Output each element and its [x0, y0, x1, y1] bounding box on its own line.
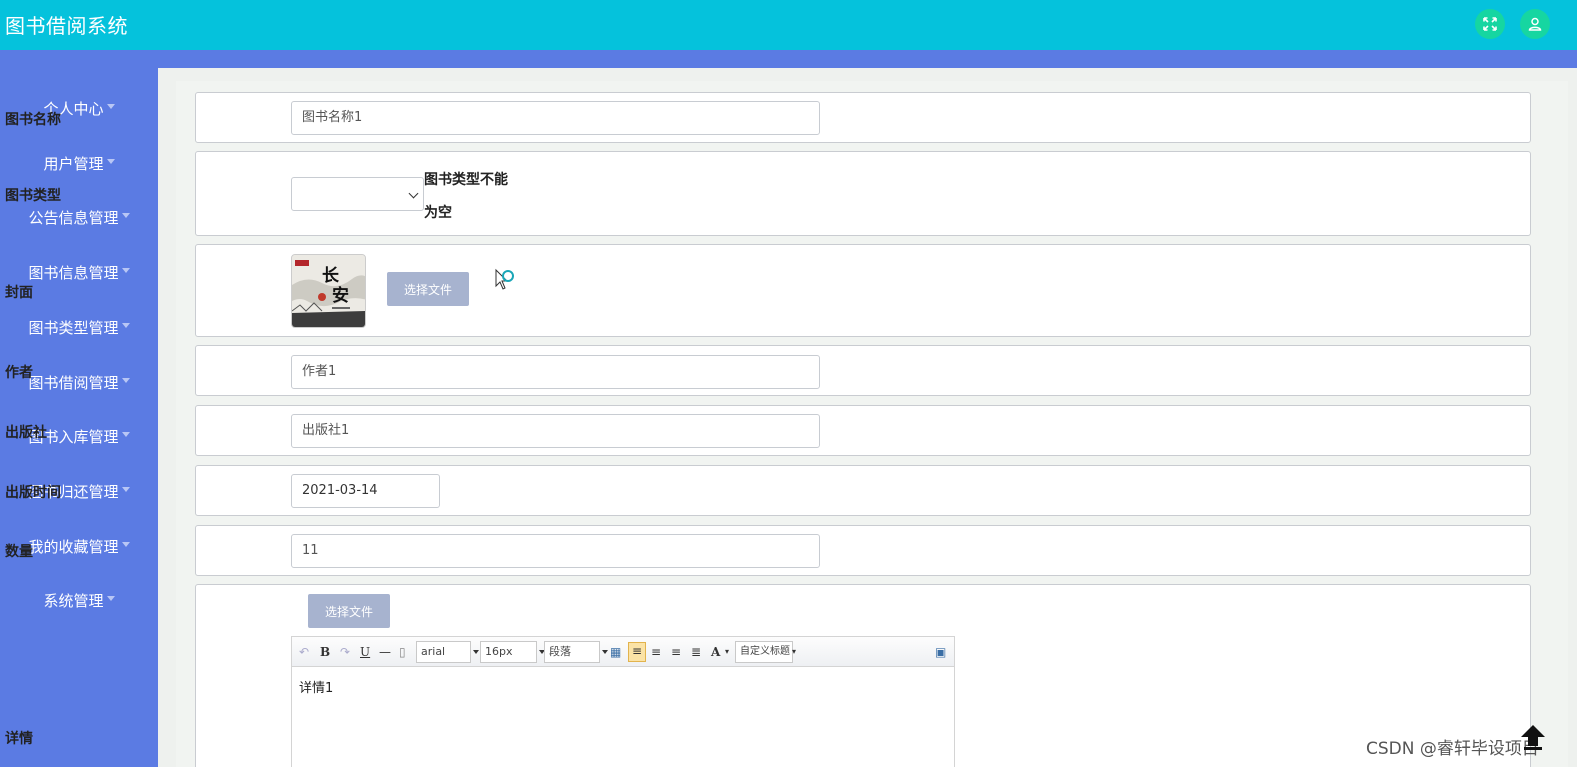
font-color-dropdown-icon[interactable]: ▾: [725, 644, 729, 660]
caret-down-icon: [121, 377, 130, 383]
sidebar-item-notice-management[interactable]: 公告信息管理: [0, 202, 158, 232]
table-icon[interactable]: ▦: [610, 644, 621, 660]
underline-button[interactable]: U: [360, 644, 370, 660]
document-icon[interactable]: ▯: [399, 644, 406, 660]
align-left-icon[interactable]: ≡: [628, 642, 646, 662]
top-header: 图书借阅系统: [0, 0, 1577, 50]
sidebar-item-label: 我的收藏管理: [28, 537, 119, 556]
sidebar-item-label: 系统管理: [43, 591, 104, 610]
font-color-button[interactable]: A: [711, 644, 720, 660]
sidebar-item-book-type-management[interactable]: 图书类型管理: [0, 312, 158, 342]
fullscreen-icon: [1483, 17, 1497, 31]
caret-down-icon: [106, 103, 115, 109]
author-input[interactable]: 作者1: [291, 355, 820, 389]
cover-upload-button[interactable]: 选择文件: [387, 272, 469, 306]
book-name-label: 图书名称: [5, 112, 61, 128]
quantity-label: 数量: [5, 544, 33, 560]
undo-icon[interactable]: ↶: [299, 644, 309, 660]
caret-down-icon: [121, 212, 130, 218]
preview-icon[interactable]: ▣: [935, 644, 946, 660]
sidebar-item-label: 图书类型管理: [28, 318, 119, 337]
font-family-value: arial: [421, 645, 446, 658]
custom-heading-dropdown-icon[interactable]: ▾: [792, 644, 796, 660]
custom-heading-select[interactable]: 自定义标题: [735, 641, 793, 663]
paragraph-select[interactable]: 段落: [544, 641, 608, 663]
book-type-error-line2: 为空: [424, 205, 452, 221]
caret-down-icon: [121, 431, 130, 437]
cover-title-char: 长: [322, 265, 340, 286]
bold-button[interactable]: B: [320, 644, 330, 660]
align-justify-icon[interactable]: ≣: [691, 644, 701, 660]
watermark-text: CSDN @睿轩毕设项目: [1366, 739, 1539, 759]
mouse-cursor-icon: [495, 268, 514, 290]
custom-heading-value: 自定义标题: [740, 646, 790, 657]
sidebar-item-system-management[interactable]: 系统管理: [0, 585, 158, 615]
caret-down-icon: [121, 322, 130, 328]
sidebar-item-label: 图书信息管理: [28, 263, 119, 282]
editor-toolbar: ↶ B ↷ U — ▯ arial 16px 段落 ▦ ≡ ≡ ≡ ≣ A ▾ …: [292, 637, 954, 667]
author-label: 作者: [5, 365, 33, 381]
book-type-error-line1: 图书类型不能: [424, 172, 508, 188]
book-type-label: 图书类型: [5, 188, 61, 204]
redo-icon[interactable]: ↷: [340, 644, 350, 660]
cover-title-char: 安: [332, 285, 349, 306]
caret-down-icon: [121, 267, 130, 273]
sidebar: 个人中心 用户管理 公告信息管理 图书信息管理 图书类型管理 图书借阅管理 图书…: [0, 68, 158, 767]
book-type-select[interactable]: [291, 177, 424, 211]
cover-image-thumbnail[interactable]: 长 安: [291, 254, 366, 328]
caret-down-icon: [121, 486, 130, 492]
caret-down-icon: [106, 595, 115, 601]
paragraph-value: 段落: [549, 645, 571, 658]
user-menu-button[interactable]: [1520, 9, 1550, 39]
horizontal-rule-icon[interactable]: —: [379, 644, 391, 660]
caret-down-icon: [106, 158, 115, 164]
rich-text-editor: ↶ B ↷ U — ▯ arial 16px 段落 ▦ ≡ ≡ ≡ ≣ A ▾ …: [291, 636, 955, 767]
font-size-select[interactable]: 16px: [480, 641, 545, 663]
font-family-select[interactable]: arial: [416, 641, 479, 663]
header-subbar: [0, 50, 1577, 68]
chevron-down-icon: [408, 188, 419, 199]
details-upload-button[interactable]: 选择文件: [308, 594, 390, 628]
details-label: 详情: [5, 731, 33, 747]
book-name-input[interactable]: 图书名称1: [291, 101, 820, 135]
back-to-top-icon[interactable]: [1518, 722, 1548, 752]
user-icon: [1528, 17, 1542, 31]
publish-date-label: 出版时间: [5, 485, 61, 501]
sidebar-item-label: 公告信息管理: [28, 208, 119, 227]
cover-label: 封面: [5, 285, 33, 301]
align-right-icon[interactable]: ≡: [651, 644, 661, 660]
sidebar-item-label: 用户管理: [43, 154, 104, 173]
align-center-icon[interactable]: ≡: [671, 644, 681, 660]
dropdown-arrow-icon: [602, 650, 608, 654]
caret-down-icon: [121, 541, 130, 547]
app-title: 图书借阅系统: [5, 14, 128, 38]
publisher-label: 出版社: [5, 425, 47, 441]
quantity-input[interactable]: 11: [291, 534, 820, 568]
fullscreen-button[interactable]: [1475, 9, 1505, 39]
dropdown-arrow-icon: [473, 650, 479, 654]
book-cover-image: 长 安: [292, 255, 365, 327]
sidebar-item-user-management[interactable]: 用户管理: [0, 148, 158, 178]
publish-date-input[interactable]: 2021-03-14: [291, 474, 440, 508]
font-size-value: 16px: [485, 645, 513, 658]
editor-content[interactable]: 详情1: [299, 677, 333, 696]
publisher-input[interactable]: 出版社1: [291, 414, 820, 448]
sidebar-item-label: 图书借阅管理: [28, 373, 119, 392]
